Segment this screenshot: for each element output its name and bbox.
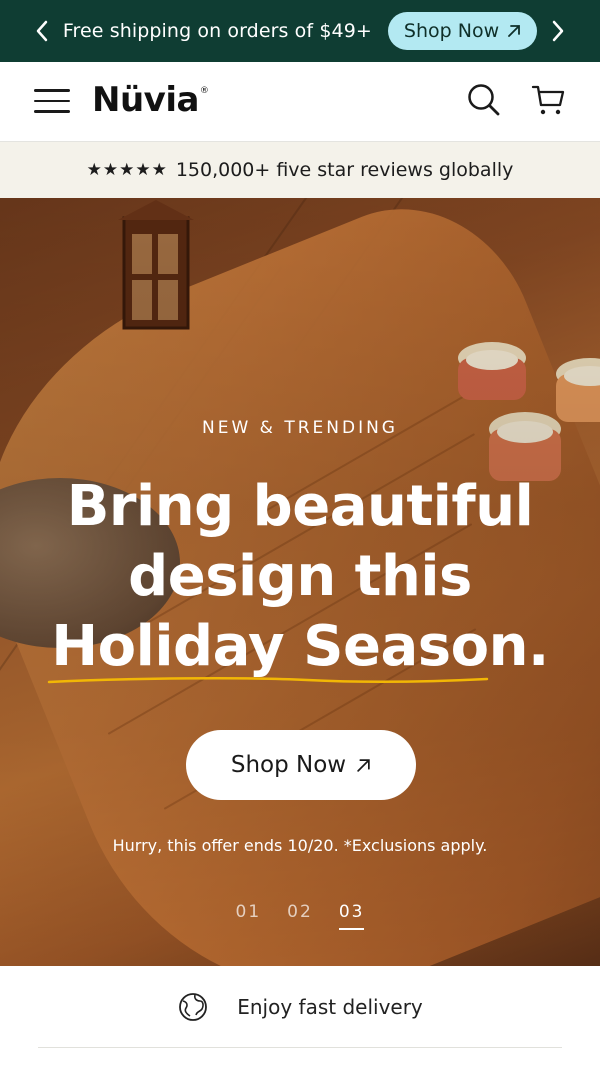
underline-scribble (48, 677, 489, 684)
reviews-text: 150,000+ five star reviews globally (175, 159, 514, 181)
slide-indicator-3[interactable]: 03 (338, 902, 365, 930)
arrow-up-right-icon (357, 758, 370, 772)
reviews-strip: ★★★★★ 150,000+ five star reviews globall… (0, 142, 600, 198)
slide-indicator-1[interactable]: 01 (236, 902, 262, 930)
globe-icon (179, 992, 208, 1021)
benefit-text: Enjoy fast delivery (237, 994, 423, 1019)
hero-banner: NEW & TRENDING Bring beautiful design th… (0, 198, 600, 966)
hamburger-menu-icon[interactable] (32, 86, 72, 118)
headline-line-3: Holiday Season. (51, 614, 549, 679)
chevron-left-icon[interactable] (22, 0, 62, 62)
announcement-shop-now-label: Shop Now (403, 20, 500, 42)
chevron-right-icon[interactable] (538, 0, 578, 62)
slide-pagination: 01 02 03 (0, 902, 600, 930)
benefit-strip: Enjoy fast delivery (38, 966, 562, 1048)
cart-icon[interactable] (530, 82, 566, 118)
slide-indicator-2[interactable]: 02 (287, 902, 313, 930)
hero-eyebrow: NEW & TRENDING (202, 418, 398, 438)
offer-text: Hurry, this offer ends 10/20. *Exclusion… (112, 836, 488, 855)
search-icon[interactable] (466, 82, 502, 118)
logo-text: Nüvia (92, 80, 199, 120)
headline-line-2: design this (128, 544, 472, 609)
announcement-text: Free shipping on orders of $49+ (62, 20, 372, 42)
hero-shop-now-button[interactable]: Shop Now (186, 730, 416, 800)
arrow-up-right-icon (508, 25, 521, 37)
hero-shop-now-label: Shop Now (230, 752, 347, 778)
site-header: Nüvia® (0, 62, 600, 142)
headline-line-1: Bring beautiful (66, 474, 534, 539)
hero-headline: Bring beautiful design this Holiday Seas… (0, 472, 600, 684)
brand-logo[interactable]: Nüvia® (92, 80, 209, 120)
announcement-shop-now-button[interactable]: Shop Now (387, 12, 538, 50)
headline-line-3-wrap: Holiday Season. (48, 612, 549, 684)
announcement-bar: Free shipping on orders of $49+ Shop Now (0, 0, 600, 62)
five-star-rating: ★★★★★ (86, 160, 168, 180)
registered-mark: ® (199, 86, 209, 96)
